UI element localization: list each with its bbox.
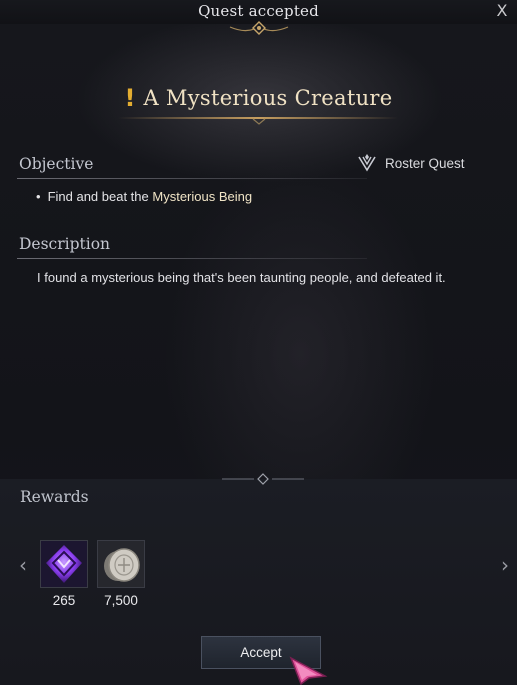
description-text: I found a mysterious being that's been t…	[37, 270, 446, 285]
rewards-prev-arrow[interactable]: ‹	[14, 552, 32, 578]
objective-item: • Find and beat the Mysterious Being	[36, 189, 252, 204]
roster-quest-icon	[358, 154, 376, 172]
rewards-next-arrow[interactable]: ›	[496, 552, 514, 578]
objective-target: Mysterious Being	[152, 189, 253, 204]
close-button[interactable]: X	[491, 0, 513, 22]
objective-bullet: •	[36, 189, 41, 204]
quest-header: ! A Mysterious Creature	[0, 84, 517, 118]
description-heading: Description	[19, 235, 111, 253]
roster-quest-label: Roster Quest	[385, 155, 465, 171]
reward-quantity-2: 7,500	[104, 593, 138, 608]
quest-title: A Mysterious Creature	[143, 86, 393, 110]
reward-quantity-1: 265	[52, 593, 76, 608]
quest-exclamation-icon: !	[124, 84, 136, 112]
objective-divider	[17, 178, 367, 179]
rewards-heading: Rewards	[20, 488, 89, 506]
window-title: Quest accepted	[198, 2, 319, 20]
description-divider	[17, 258, 367, 259]
roster-quest-tag: Roster Quest	[357, 154, 465, 172]
title-ornament-icon	[229, 21, 289, 35]
rewards-divider	[222, 473, 304, 485]
reward-item-1[interactable]	[40, 540, 88, 588]
mouse-cursor-icon	[289, 656, 328, 685]
objective-heading: Objective	[19, 155, 94, 173]
reward-item-2[interactable]	[97, 540, 145, 588]
silver-coin-icon	[104, 548, 140, 582]
purple-gem-icon	[46, 545, 82, 583]
title-underline-ornament-icon	[252, 118, 266, 125]
objective-text: Find and beat the	[47, 189, 149, 204]
